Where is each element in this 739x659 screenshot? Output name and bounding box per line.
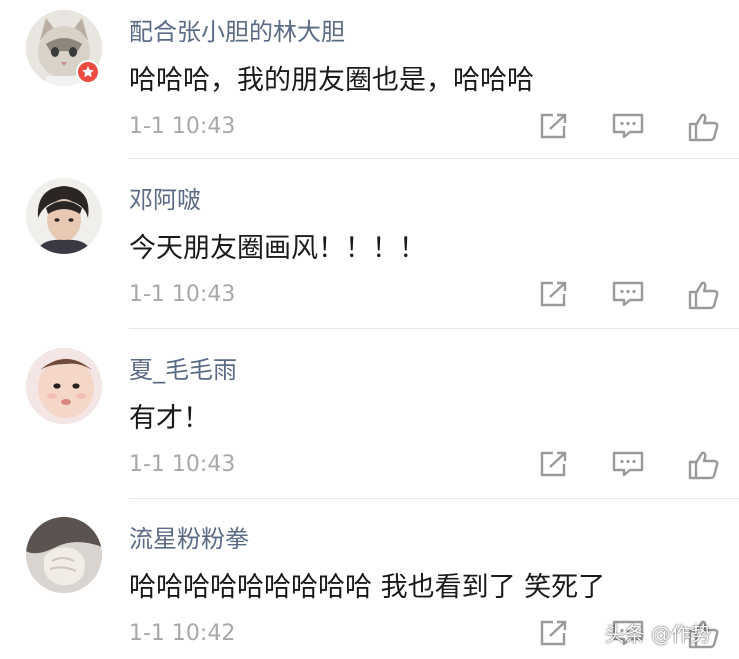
share-button[interactable]: [539, 619, 569, 647]
avatar[interactable]: [26, 178, 102, 254]
timestamp: 1-1 10:42: [129, 621, 236, 646]
comment-text: 哈哈哈，我的朋友圈也是，哈哈哈: [129, 65, 534, 96]
timestamp: 1-1 10:43: [129, 282, 236, 307]
comment-text: 哈哈哈哈哈哈哈哈哈 我也看到了 笑死了: [129, 572, 606, 603]
like-button[interactable]: [688, 112, 720, 142]
username[interactable]: 配合张小胆的林大胆: [129, 12, 345, 47]
comment-item: 夏_毛毛雨 有才！ 1-1 10:43: [0, 338, 739, 499]
reply-button[interactable]: [612, 112, 644, 140]
comment-text: 今天朋友圈画风！！！！: [129, 233, 426, 264]
like-icon: [688, 113, 719, 142]
timestamp: 1-1 10:43: [129, 452, 236, 477]
reply-button[interactable]: [612, 280, 644, 308]
share-button[interactable]: [539, 280, 569, 308]
share-button[interactable]: [539, 112, 569, 140]
comment-text: 有才！: [129, 403, 210, 434]
divider: [129, 498, 739, 499]
timestamp: 1-1 10:43: [129, 114, 236, 139]
like-button[interactable]: [688, 280, 720, 310]
like-icon: [688, 281, 719, 310]
divider: [129, 158, 739, 159]
username[interactable]: 流星粉粉拳: [129, 519, 249, 554]
username[interactable]: 夏_毛毛雨: [129, 350, 237, 385]
like-icon: [688, 451, 719, 480]
comment-item: 邓阿啵 今天朋友圈画风！！！！ 1-1 10:43: [0, 168, 739, 329]
comment-item: 配合张小胆的林大胆 哈哈哈，我的朋友圈也是，哈哈哈 1-1 10:43: [0, 0, 739, 160]
share-icon: [540, 620, 567, 646]
reply-button[interactable]: [612, 450, 644, 478]
share-button[interactable]: [539, 450, 569, 478]
like-button[interactable]: [688, 450, 720, 480]
avatar[interactable]: [26, 517, 102, 593]
share-icon: [540, 281, 567, 307]
divider: [129, 328, 739, 329]
avatar[interactable]: [26, 348, 102, 424]
share-icon: [540, 113, 567, 139]
verified-badge-icon: [76, 60, 100, 84]
reply-icon: [612, 113, 644, 139]
username[interactable]: 邓阿啵: [129, 180, 201, 215]
reply-icon: [612, 451, 644, 477]
reply-icon: [612, 281, 644, 307]
watermark: 头条 @作势: [604, 622, 711, 646]
share-icon: [540, 451, 567, 477]
